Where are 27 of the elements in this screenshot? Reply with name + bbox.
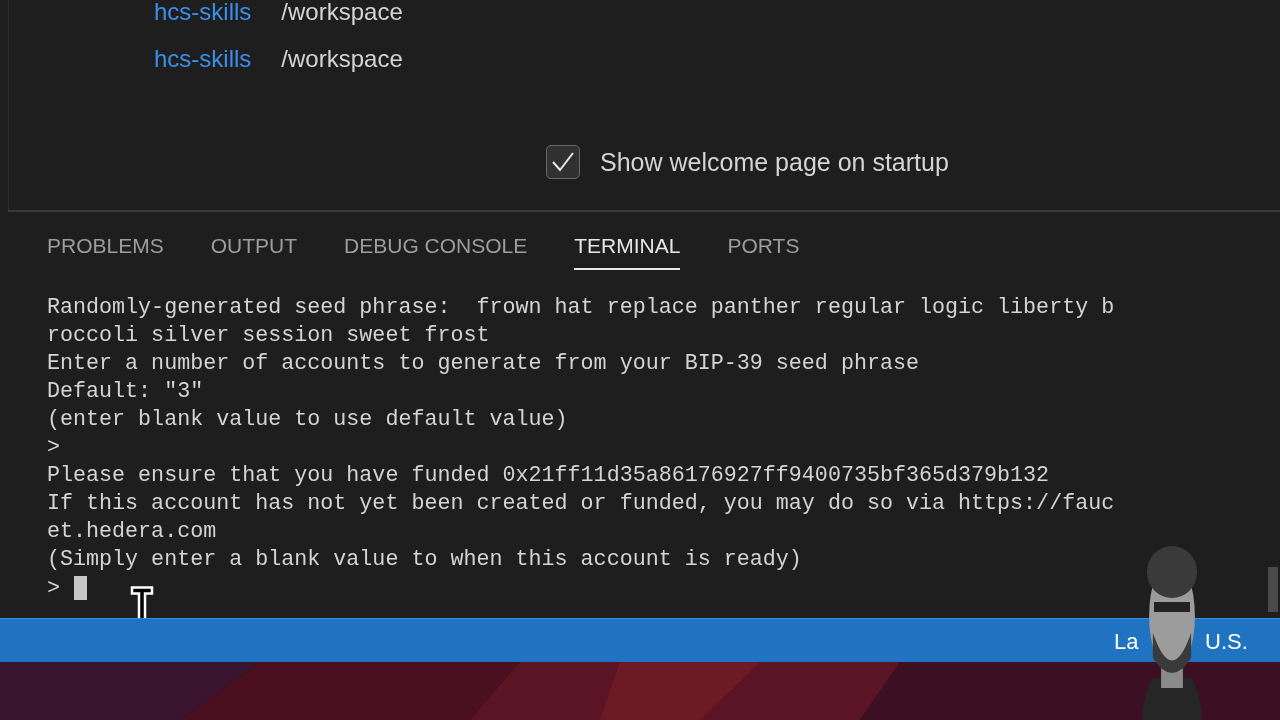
panel-tab[interactable]: PROBLEMS — [47, 234, 164, 270]
terminal-line: Please ensure that you have funded 0x21ff11d35a86176927ff9400735bf365d379b132 — [47, 462, 1051, 490]
status-item[interactable]: U.S. — [1205, 629, 1248, 655]
terminal-line: Randomly-generated seed phrase: frown hat replace panther regular logic liberty b — [47, 294, 1116, 322]
terminal-line: et.hedera.com — [47, 518, 218, 546]
checkbox-label: Show welcome page on startup — [600, 147, 949, 177]
terminal-cursor — [74, 576, 87, 600]
panel-tab[interactable]: OUTPUT — [210, 234, 298, 270]
terminal-line: (enter blank value to use default value) — [47, 406, 569, 434]
recent-folder-link[interactable]: hcs-skills — [154, 45, 252, 72]
status-item[interactable]: La — [1114, 629, 1139, 655]
terminal-line: If this account has not yet been created or funded, you may do so via https://fauc — [47, 490, 1116, 518]
terminal-prompt: > — [47, 575, 60, 601]
scrollbar-thumb[interactable] — [1268, 567, 1278, 612]
panel-tab[interactable]: DEBUG CONSOLE — [344, 234, 528, 270]
terminal-line: Enter a number of accounts to generate from your BIP-39 seed phrase — [47, 350, 920, 378]
terminal-line: Default: "3" — [47, 378, 205, 406]
terminal-line: roccoli silver session sweet frost — [47, 322, 491, 350]
panel-tab[interactable]: PORTS — [727, 234, 800, 270]
checkmark-icon — [550, 151, 576, 173]
terminal-line: (Simply enter a blank value to when this account is ready) — [47, 546, 803, 574]
terminal-line: > — [47, 434, 61, 462]
recent-folder-link[interactable]: hcs-skills — [154, 0, 252, 25]
folder-path: /workspace — [281, 0, 403, 25]
startup-checkbox[interactable] — [546, 145, 580, 179]
folder-path: /workspace — [281, 45, 403, 72]
panel-tab[interactable]: TERMINAL — [574, 234, 681, 270]
